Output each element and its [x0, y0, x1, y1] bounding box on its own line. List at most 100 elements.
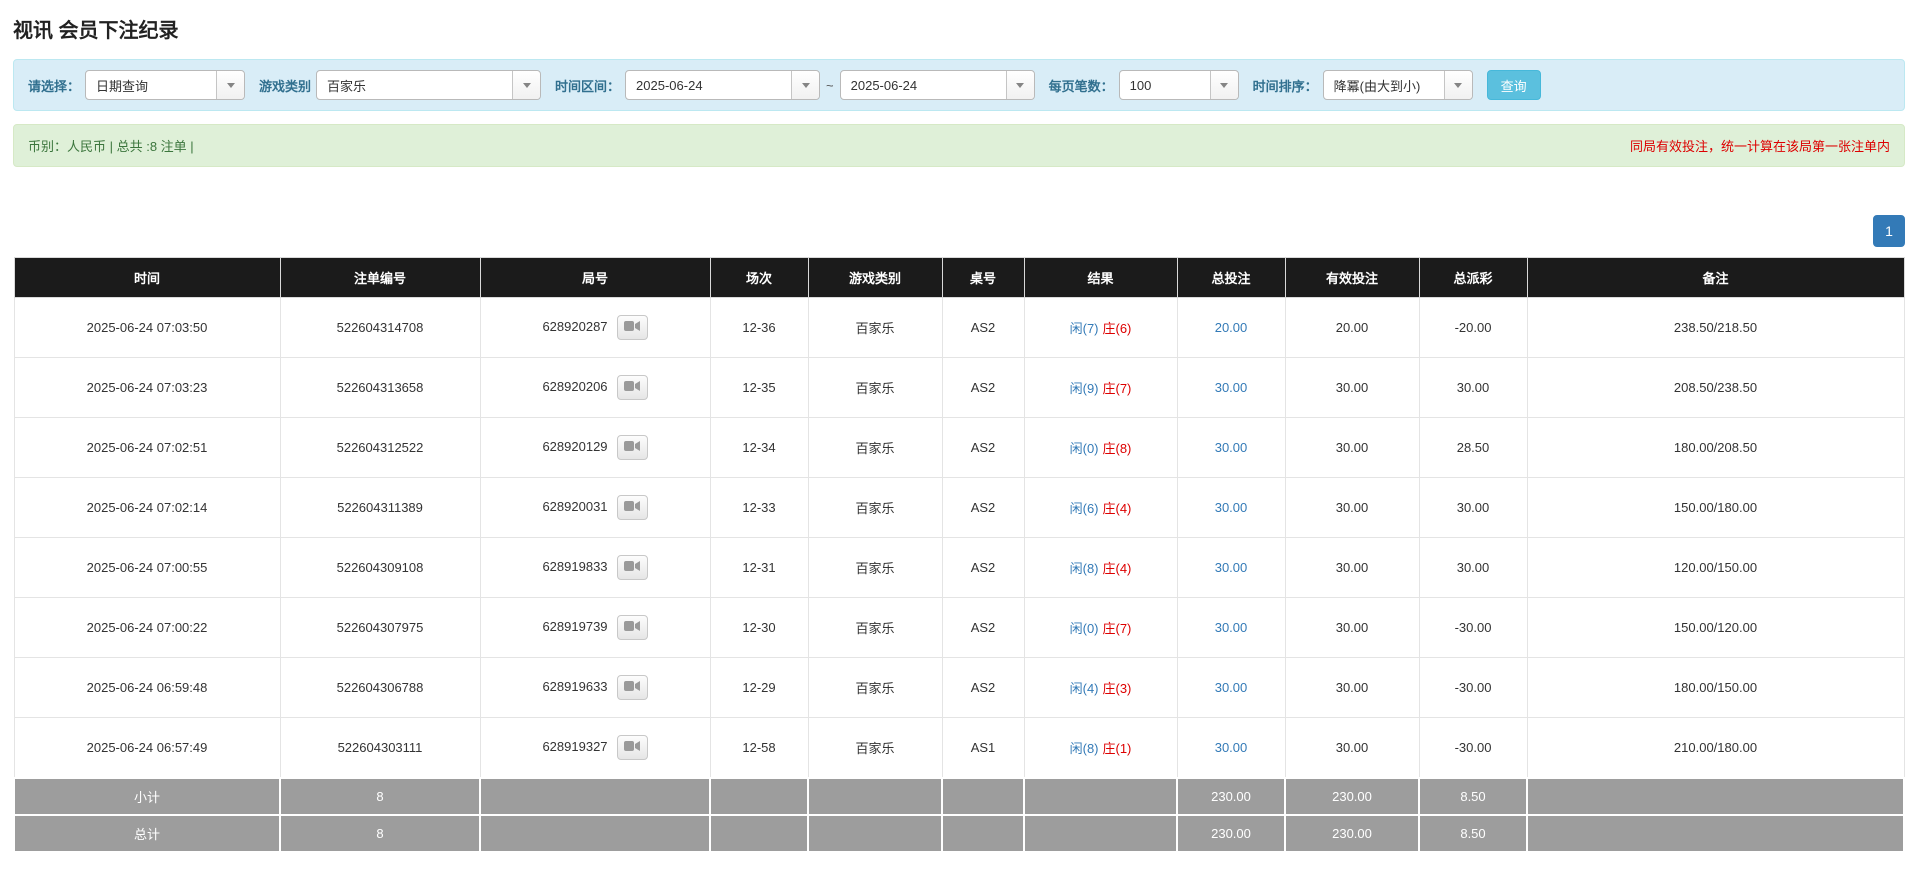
video-replay-icon — [624, 740, 641, 755]
total-bet-link[interactable]: 30.00 — [1215, 500, 1248, 515]
date-to-select[interactable]: 2025-06-24 — [839, 70, 1035, 100]
bet-records-table: 时间 注单编号 局号 场次 游戏类别 桌号 结果 总投注 有效投注 总派彩 备注… — [13, 257, 1905, 853]
total-bet-link[interactable]: 30.00 — [1215, 740, 1248, 755]
col-header-time: 时间 — [13, 257, 281, 298]
cell-total-bet: 30.00 — [1176, 537, 1286, 598]
cell-time: 2025-06-24 07:03:50 — [13, 297, 281, 358]
table-row: 2025-06-24 07:00:22 522604307975 6289197… — [13, 597, 1905, 658]
table-header: 时间 注单编号 局号 场次 游戏类别 桌号 结果 总投注 有效投注 总派彩 备注 — [13, 257, 1905, 298]
table-row: 2025-06-24 06:57:49 522604303111 6289193… — [13, 717, 1905, 779]
subtotal-count: 8 — [279, 777, 481, 816]
cell-payout: -30.00 — [1418, 657, 1528, 718]
cell-valid-bet: 30.00 — [1284, 417, 1420, 478]
result-player: 闲(0) — [1069, 441, 1099, 456]
cell-round-id: 628920206 — [479, 357, 711, 418]
video-replay-button[interactable] — [616, 615, 648, 640]
total-bet-link[interactable]: 30.00 — [1215, 620, 1248, 635]
total-bet-link[interactable]: 30.00 — [1215, 560, 1248, 575]
sort-group: 时间排序： 降冪(由大到小) — [1253, 70, 1473, 100]
chevron-down-icon — [216, 71, 245, 99]
search-button[interactable]: 查询 — [1486, 70, 1541, 100]
date-from-select[interactable]: 2025-06-24 — [625, 70, 821, 100]
round-id-text: 628919633 — [542, 678, 608, 694]
video-replay-button[interactable] — [616, 735, 648, 760]
cell-remark: 120.00/150.00 — [1526, 537, 1905, 598]
cell-time: 2025-06-24 07:00:22 — [13, 597, 281, 658]
video-replay-icon — [624, 560, 641, 575]
cell-result: 闲(4) 庄(3) — [1023, 657, 1178, 718]
cell-remark: 180.00/150.00 — [1526, 657, 1905, 718]
chevron-down-icon — [512, 71, 541, 99]
video-replay-button[interactable] — [616, 435, 648, 460]
game-type-select[interactable]: 百家乐 — [316, 70, 542, 100]
query-type-select[interactable]: 日期查询 — [85, 70, 246, 100]
cell-time: 2025-06-24 07:00:55 — [13, 537, 281, 598]
cell-remark: 150.00/180.00 — [1526, 477, 1905, 538]
page-size-group: 每页笔数： 100 — [1049, 70, 1239, 100]
round-id-text: 628919833 — [542, 558, 608, 574]
total-bet-link[interactable]: 30.00 — [1215, 440, 1248, 455]
cell-round-id: 628919633 — [479, 657, 711, 718]
video-replay-icon — [624, 440, 641, 455]
sort-select[interactable]: 降冪(由大到小) — [1322, 70, 1473, 100]
cell-total-bet: 30.00 — [1176, 717, 1286, 779]
result-banker: 庄(4) — [1102, 561, 1132, 576]
result-banker: 庄(4) — [1102, 501, 1132, 516]
total-bet-link[interactable]: 30.00 — [1215, 680, 1248, 695]
cell-payout: -30.00 — [1418, 597, 1528, 658]
status-bar: 币别：人民币 | 总共 :8 注单 | 同局有效投注，统一计算在该局第一张注单内 — [13, 124, 1905, 167]
date-range-tilde: ~ — [826, 77, 834, 93]
cell-table-no: AS2 — [941, 657, 1025, 718]
page-size-value: 100 — [1129, 77, 1152, 93]
video-replay-icon — [624, 320, 641, 335]
pagination-page-1[interactable]: 1 — [1873, 215, 1905, 247]
cell-payout: -30.00 — [1418, 717, 1528, 779]
cell-round-id: 628920287 — [479, 297, 711, 358]
result-banker: 庄(7) — [1102, 621, 1132, 636]
grand-total-total-bet: 230.00 — [1176, 814, 1286, 853]
page-size-select[interactable]: 100 — [1118, 70, 1239, 100]
result-player: 闲(8) — [1069, 741, 1099, 756]
video-replay-icon — [624, 500, 641, 515]
status-notice-text: 同局有效投注，统一计算在该局第一张注单内 — [1629, 139, 1890, 154]
video-replay-icon — [624, 380, 641, 395]
query-type-label: 请选择： — [28, 78, 81, 94]
subtotal-payout: 8.50 — [1418, 777, 1528, 816]
result-player: 闲(8) — [1069, 561, 1099, 576]
table-row: 2025-06-24 07:03:23 522604313658 6289202… — [13, 357, 1905, 418]
result-player: 闲(0) — [1069, 621, 1099, 636]
date-range-group: 时间区间： 2025-06-24 ~ 2025-06-24 — [555, 70, 1035, 100]
grand-total-count: 8 — [279, 814, 481, 853]
cell-game-type: 百家乐 — [807, 717, 943, 779]
video-replay-button[interactable] — [616, 495, 648, 520]
table-row: 2025-06-24 07:02:14 522604311389 6289200… — [13, 477, 1905, 538]
video-replay-button[interactable] — [616, 375, 648, 400]
cell-table-no: AS2 — [941, 477, 1025, 538]
video-replay-button[interactable] — [616, 675, 648, 700]
game-type-group: 游戏类别 百家乐 — [259, 70, 542, 100]
cell-table-no: AS2 — [941, 357, 1025, 418]
date-from-value: 2025-06-24 — [636, 77, 703, 93]
cell-time: 2025-06-24 06:59:48 — [13, 657, 281, 718]
sort-value: 降冪(由大到小) — [1333, 78, 1421, 94]
page-size-label: 每页笔数： — [1048, 78, 1114, 94]
cell-table-no: AS2 — [941, 417, 1025, 478]
date-range-label: 时间区间： — [555, 78, 621, 94]
table-row: 2025-06-24 06:59:48 522604306788 6289196… — [13, 657, 1905, 718]
total-bet-link[interactable]: 20.00 — [1215, 320, 1248, 335]
cell-remark: 180.00/208.50 — [1526, 417, 1905, 478]
cell-payout: 30.00 — [1418, 357, 1528, 418]
total-bet-link[interactable]: 30.00 — [1215, 380, 1248, 395]
grand-total-valid-bet: 230.00 — [1284, 814, 1420, 853]
video-replay-button[interactable] — [616, 555, 648, 580]
chevron-down-icon — [1005, 71, 1034, 99]
col-header-valid-bet: 有效投注 — [1284, 257, 1420, 298]
cell-payout: 30.00 — [1418, 477, 1528, 538]
result-banker: 庄(6) — [1102, 321, 1132, 336]
table-body: 2025-06-24 07:03:50 522604314708 6289202… — [13, 297, 1905, 779]
game-type-label: 游戏类别 — [259, 78, 312, 94]
cell-remark: 210.00/180.00 — [1526, 717, 1905, 779]
col-header-total-bet: 总投注 — [1176, 257, 1286, 298]
col-header-remark: 备注 — [1526, 257, 1905, 298]
video-replay-button[interactable] — [616, 315, 648, 340]
